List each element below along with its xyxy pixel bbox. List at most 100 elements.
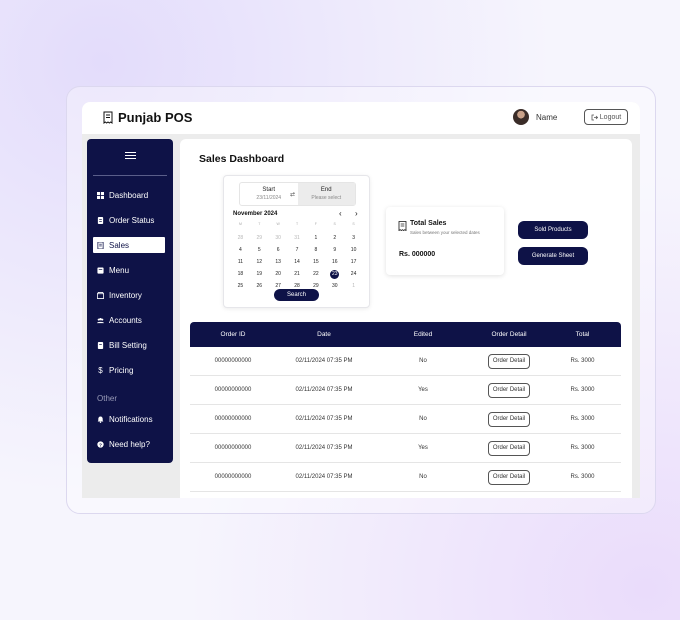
- edited-cell: Yes: [418, 387, 428, 393]
- sidebar-item-sales[interactable]: Sales: [93, 237, 165, 253]
- generate-sheet-button[interactable]: Generate Sheet: [518, 247, 588, 265]
- sidebar-item-label: Pricing: [109, 365, 134, 375]
- app-window: Punjab POS Name Logout Dashboard Order S…: [82, 102, 640, 498]
- weekday-row: MTWTFSS: [231, 220, 363, 232]
- calendar-day[interactable]: 22: [306, 271, 325, 277]
- hamburger-icon[interactable]: [125, 152, 136, 160]
- sidebar-item-label: Accounts: [109, 315, 142, 325]
- sidebar-item-order-status[interactable]: Order Status: [93, 212, 165, 228]
- calendar-grid: M T W T F S S 28 29 30 31 1 2 3 4 5 6 7 8 9 10 11 12 13 14 15 16 17…: [231, 220, 363, 292]
- calendar-month-label: November 2024: [233, 211, 278, 217]
- sidebar-section-heading: Other: [97, 394, 118, 403]
- sidebar-item-inventory[interactable]: Inventory: [93, 287, 165, 303]
- date-cell: 02/11/2024 07:35 PM: [295, 387, 353, 393]
- calendar-day[interactable]: 10: [344, 247, 363, 253]
- order-detail-button[interactable]: Order Detail: [487, 382, 531, 398]
- sidebar-item-label: Sales: [109, 240, 130, 250]
- calendar-day[interactable]: 2: [325, 235, 344, 241]
- start-date-field[interactable]: Start 23/11/2024: [240, 183, 298, 205]
- calendar-day[interactable]: 8: [306, 247, 325, 253]
- calendar-day[interactable]: 26: [250, 283, 269, 289]
- order-detail-button[interactable]: Order Detail: [487, 353, 531, 369]
- next-month-icon[interactable]: ›: [355, 209, 358, 218]
- total-cell: Rs. 3000: [570, 474, 595, 480]
- calendar-day[interactable]: 21: [288, 271, 307, 277]
- menu-book-icon: [97, 266, 104, 274]
- sidebar-item-notifications[interactable]: Notifications: [93, 411, 165, 427]
- avatar[interactable]: [513, 109, 529, 125]
- sold-products-button[interactable]: Sold Products: [518, 221, 588, 239]
- order-detail-button[interactable]: Order Detail: [487, 440, 531, 456]
- end-date-label: End: [320, 187, 332, 193]
- sidebar-item-help[interactable]: ? Need help?: [93, 436, 165, 452]
- weekday-label: S: [352, 222, 355, 226]
- calendar-day[interactable]: 30: [269, 235, 288, 241]
- order-id-cell: 00000000000: [214, 474, 252, 480]
- logout-icon: [591, 114, 598, 120]
- calendar-day[interactable]: 1: [306, 235, 325, 241]
- weekday-label: T: [258, 222, 261, 226]
- edited-cell: No: [419, 358, 427, 364]
- total-sales-card: Total Sales Sales between your selected …: [386, 207, 504, 275]
- table-row: 00000000000 02/11/2024 07:35 PM No Order De…: [190, 463, 621, 492]
- calendar-day[interactable]: 16: [325, 259, 344, 265]
- order-status-icon: [97, 216, 104, 224]
- order-id-cell: 00000000000: [214, 416, 252, 422]
- sidebar-item-accounts[interactable]: Accounts: [93, 312, 165, 328]
- calendar-day[interactable]: 23: [325, 269, 344, 279]
- order-detail-cell: Order Detail: [474, 469, 544, 485]
- bill-icon: [97, 341, 104, 349]
- edited-cell: Yes: [418, 445, 428, 451]
- calendar-day[interactable]: 14: [288, 259, 307, 265]
- sidebar-item-bill-setting[interactable]: Bill Setting: [93, 337, 165, 353]
- svg-text:?: ?: [99, 442, 102, 448]
- order-detail-cell: Order Detail: [474, 353, 544, 369]
- order-detail-button[interactable]: Order Detail: [487, 469, 531, 485]
- calendar-day[interactable]: 4: [231, 247, 250, 253]
- calendar-day[interactable]: 15: [306, 259, 325, 265]
- sidebar-divider: [93, 175, 167, 176]
- calendar-day[interactable]: 31: [288, 235, 307, 241]
- calendar-day[interactable]: 1: [344, 283, 363, 289]
- sidebar: Dashboard Order Status Sales Menu Invent…: [87, 139, 173, 463]
- calendar-day[interactable]: 11: [231, 259, 250, 265]
- calendar-day[interactable]: 3: [344, 235, 363, 241]
- order-detail-button[interactable]: Order Detail: [487, 411, 531, 427]
- calendar-day[interactable]: 28: [231, 235, 250, 241]
- range-arrow-icon: ⇄: [290, 192, 296, 198]
- end-date-field[interactable]: End Please select: [297, 183, 355, 205]
- edited-cell: No: [419, 474, 427, 480]
- logout-button[interactable]: Logout: [584, 109, 628, 125]
- calendar-day[interactable]: 24: [344, 271, 363, 277]
- calendar-day[interactable]: 7: [288, 247, 307, 253]
- start-date-value: 23/11/2024: [256, 195, 282, 201]
- calendar-day[interactable]: 25: [231, 283, 250, 289]
- receipt-icon: [103, 111, 113, 124]
- calendar-day[interactable]: 13: [269, 259, 288, 265]
- calendar-day[interactable]: 5: [250, 247, 269, 253]
- calendar-day[interactable]: 19: [250, 271, 269, 277]
- calendar-day[interactable]: 9: [325, 247, 344, 253]
- calendar-day[interactable]: 12: [250, 259, 269, 265]
- date-range-picker: Start 23/11/2024 End Please select ⇄ Nov…: [223, 175, 370, 308]
- table-row: 00000000000 02/11/2024 07:35 PM No Order De…: [190, 347, 621, 376]
- top-bar: Punjab POS Name Logout: [82, 102, 640, 134]
- calendar-day[interactable]: 20: [269, 271, 288, 277]
- user-profile[interactable]: Name: [513, 109, 557, 125]
- search-button[interactable]: Search: [274, 289, 319, 301]
- calendar-day[interactable]: 29: [250, 235, 269, 241]
- date-cell: 02/11/2024 07:35 PM: [295, 358, 353, 364]
- total-sales-subtitle: Sales between your selected dates: [410, 230, 480, 235]
- calendar-day[interactable]: 17: [344, 259, 363, 265]
- calendar-day[interactable]: 6: [269, 247, 288, 253]
- calendar-day[interactable]: 30: [325, 283, 344, 289]
- sidebar-item-dashboard[interactable]: Dashboard: [93, 187, 165, 203]
- total-cell: Rs. 3000: [570, 416, 595, 422]
- page-title: Sales Dashboard: [199, 153, 285, 165]
- sidebar-item-menu[interactable]: Menu: [93, 262, 165, 278]
- sidebar-item-label: Inventory: [109, 290, 142, 300]
- sidebar-item-pricing[interactable]: $ Pricing: [93, 362, 165, 378]
- prev-month-icon[interactable]: ‹: [339, 209, 342, 218]
- weekday-label: F: [314, 222, 317, 226]
- calendar-day[interactable]: 18: [231, 271, 250, 277]
